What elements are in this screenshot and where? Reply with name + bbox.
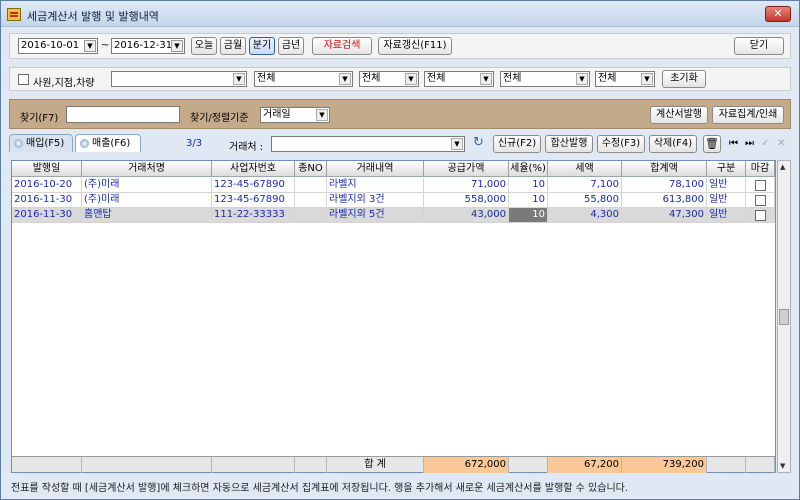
today-button[interactable]: 오늘 [191,37,217,55]
footer-tax-total: 67,200 [548,457,622,473]
tab-icon [80,139,89,148]
table-row[interactable]: 2016-11-30 홈앤탑 111-22-33333 라벨지외 5건 43,0… [12,208,775,223]
chevron-down-icon: ▼ [405,73,417,85]
reset-button[interactable]: 초기화 [662,70,706,88]
date-separator: ~ [101,40,110,51]
invoice-table: 발행일 거래처명 사업자번호 종NO 거래내역 공급가액 세율(%) 세액 합계… [11,160,776,473]
title-bar: 세금계산서 발행 및 발행내역 ✕ [1,1,799,27]
chevron-down-icon: ▼ [480,73,492,85]
filter-select-4[interactable]: 전체 ▼ [424,71,494,87]
tab-icon [14,139,23,148]
scroll-up-icon[interactable]: ▲ [780,163,785,171]
app-icon [7,8,21,21]
filter-select-6[interactable]: 전체 ▼ [595,71,655,87]
scroll-thumb[interactable] [779,309,789,325]
table-header: 발행일 거래처명 사업자번호 종NO 거래내역 공급가액 세율(%) 세액 합계… [12,161,775,177]
chevron-down-icon: ▼ [316,109,328,121]
partner-label: 거래처 : [229,142,264,153]
this-month-button[interactable]: 금월 [220,37,246,55]
close-button[interactable]: 닫기 [734,37,784,55]
refresh-icon[interactable]: ↻ [473,135,484,150]
vehicle-select[interactable]: 전체 ▼ [359,71,419,87]
footer-total-label: 합 계 [327,457,424,473]
chevron-down-icon: ▼ [84,40,96,52]
vertical-scrollbar[interactable]: ▲ ▼ [777,160,791,473]
col-desc[interactable]: 거래내역 [327,161,424,177]
closed-checkbox[interactable] [755,195,766,206]
search-button[interactable]: 자료검색 [312,37,372,55]
new-button[interactable]: 신규(F2) [493,135,541,153]
trash-icon[interactable]: 🗑 [703,135,721,153]
confirm-icon[interactable]: ✓ [761,138,769,149]
scroll-down-icon[interactable]: ▼ [780,462,785,470]
table-row[interactable]: 2016-11-30 (주)미래 123-45-67890 라벨지외 3건 55… [12,193,775,208]
window-title: 세금계산서 발행 및 발행내역 [27,10,159,23]
status-message: 전표를 작성할 때 [세금계산서 발행]에 체크하면 자동으로 세금계산서 집계… [11,483,629,494]
record-count: 3/3 [186,138,203,149]
col-date[interactable]: 발행일 [12,161,82,177]
staff-filter-label: 사원,지점,차량 [33,78,95,89]
edit-button[interactable]: 수정(F3) [597,135,645,153]
chevron-down-icon: ▼ [171,40,183,52]
closed-checkbox[interactable] [755,210,766,221]
partner-select[interactable]: ▼ [271,136,465,152]
sort-label: 찾기/정렬기준 [190,113,249,124]
date-to-value: 2016-12-31 [114,40,173,51]
col-bizno[interactable]: 사업자번호 [212,161,295,177]
find-label: 찾기(F7) [20,113,59,124]
issue-invoice-button[interactable]: 계산서발행 [650,106,708,124]
staff-select[interactable]: ▼ [111,71,247,87]
chevron-down-icon: ▼ [451,138,463,150]
col-no[interactable]: 종NO [295,161,327,177]
tab-sales[interactable]: 매출(F6) [75,134,141,152]
find-input[interactable] [66,106,180,123]
date-toolbar: 2016-10-01 ▼ ~ 2016-12-31 ▼ 오늘 금월 분기 금년 … [9,33,791,59]
sort-select[interactable]: 거래일 ▼ [260,107,330,123]
branch-select[interactable]: 전체 ▼ [254,71,353,87]
table-row[interactable]: 2016-10-20 (주)미래 123-45-67890 라벨지 71,000… [12,178,775,193]
col-type[interactable]: 구분 [707,161,746,177]
footer-grand-total: 739,200 [622,457,707,473]
col-total[interactable]: 합계액 [622,161,707,177]
footer-supply-total: 672,000 [424,457,509,473]
tab-purchase[interactable]: 매입(F5) [9,134,73,152]
first-record-icon[interactable]: ⏮ [729,138,738,149]
chevron-down-icon: ▼ [641,73,653,85]
cancel-icon[interactable]: ✕ [777,138,785,149]
col-supply[interactable]: 공급가액 [424,161,509,177]
staff-filter-checkbox[interactable] [18,74,29,85]
date-to-picker[interactable]: 2016-12-31 ▼ [111,38,185,54]
closed-checkbox[interactable] [755,180,766,191]
this-year-button[interactable]: 금년 [278,37,304,55]
date-from-value: 2016-10-01 [21,40,80,51]
filter-select-5[interactable]: 전체 ▼ [500,71,590,87]
chevron-down-icon: ▼ [233,73,245,85]
find-bar: 찾기(F7) 찾기/정렬기준 거래일 ▼ 계산서발행 자료집계/인쇄 [9,99,791,129]
refresh-button[interactable]: 자료갱신(F11) [378,37,452,55]
chevron-down-icon: ▼ [339,73,351,85]
filter-bar: 사원,지점,차량 ▼ 전체 ▼ 전체 ▼ 전체 ▼ 전체 ▼ 전체 ▼ 초기화 [9,67,791,91]
quarter-button[interactable]: 분기 [249,37,275,55]
col-closed[interactable]: 마감 [746,161,775,177]
chevron-down-icon: ▼ [576,73,588,85]
date-from-picker[interactable]: 2016-10-01 ▼ [18,38,98,54]
next-record-icon[interactable]: ⏭ [745,138,754,149]
col-tax[interactable]: 세액 [548,161,622,177]
col-partner[interactable]: 거래처명 [82,161,212,177]
main-window: 세금계산서 발행 및 발행내역 ✕ 2016-10-01 ▼ ~ 2016-12… [0,0,800,500]
table-footer: 합 계 672,000 67,200 739,200 [12,456,775,473]
window-close-button[interactable]: ✕ [765,6,791,22]
combined-issue-button[interactable]: 합산발행 [545,135,593,153]
col-rate[interactable]: 세율(%) [509,161,548,177]
active-cell[interactable]: 10 [509,208,548,223]
delete-button[interactable]: 삭제(F4) [649,135,697,153]
summary-print-button[interactable]: 자료집계/인쇄 [712,106,784,124]
